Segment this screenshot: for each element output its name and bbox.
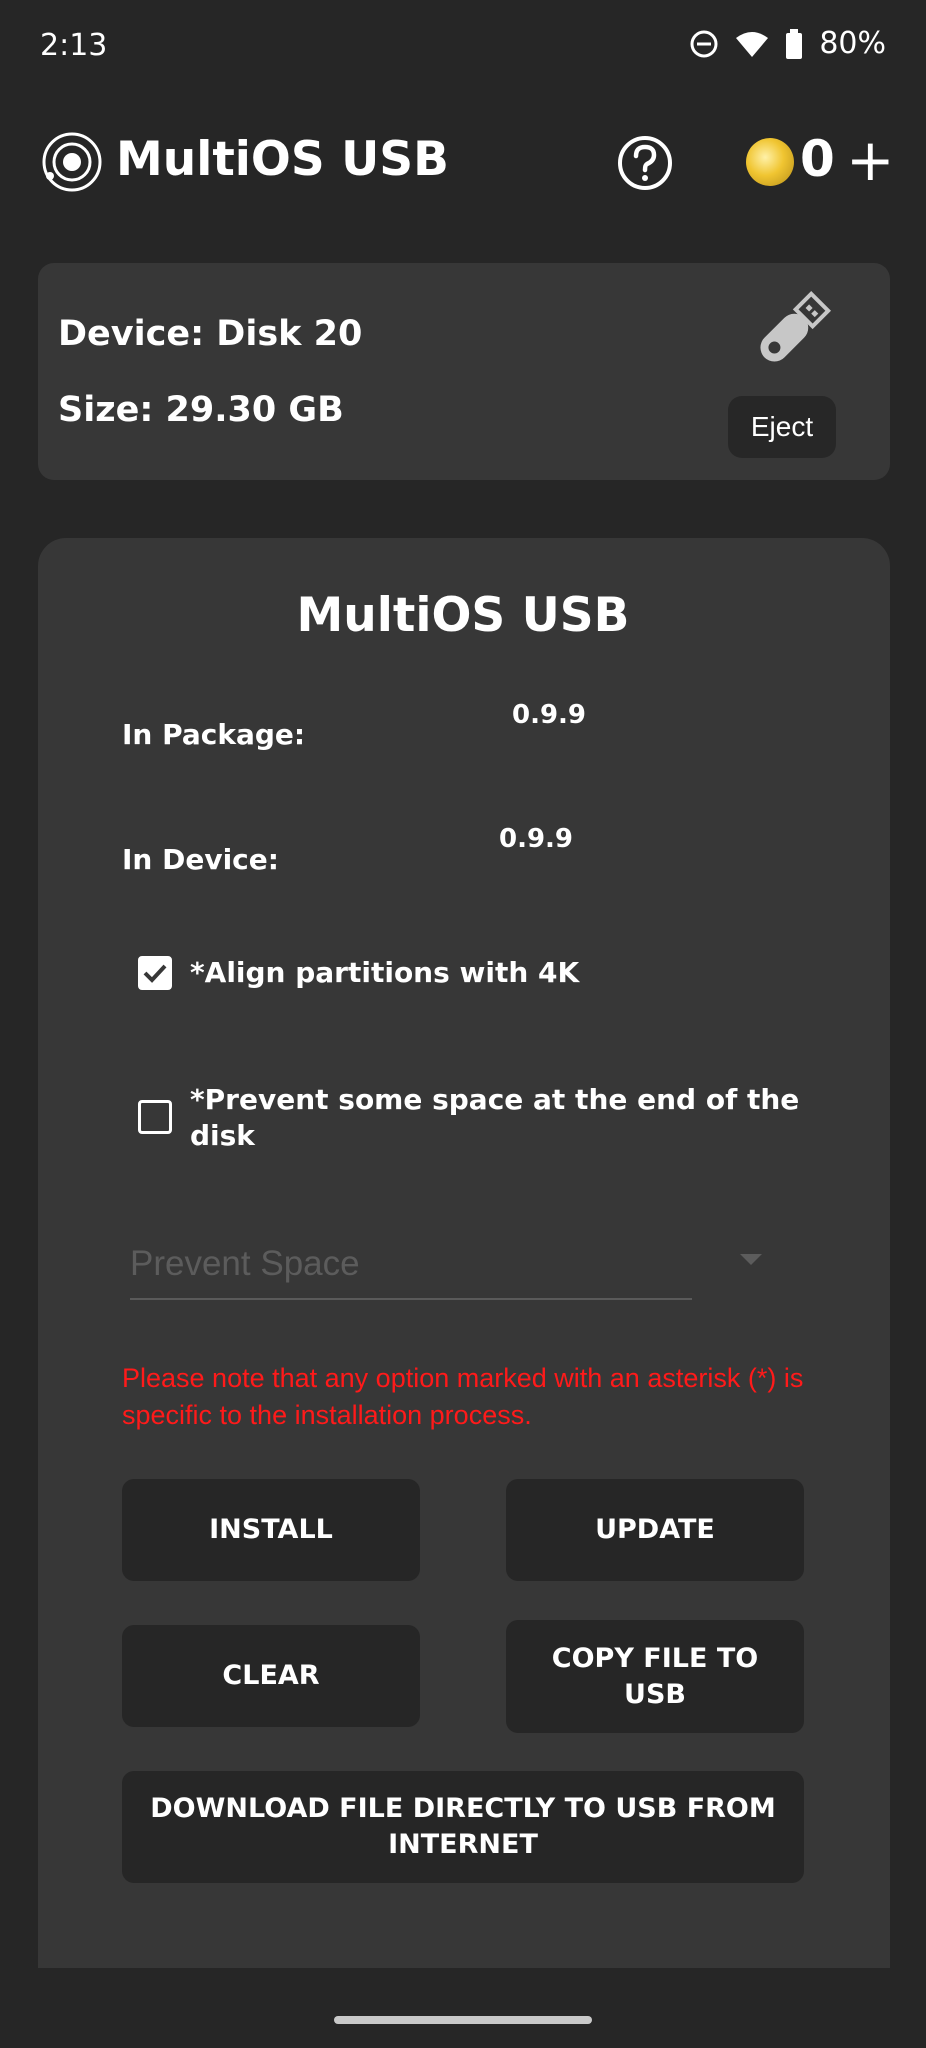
- battery-icon: [785, 28, 803, 59]
- do-not-disturb-icon: [689, 29, 719, 59]
- check-icon: [143, 964, 167, 983]
- prevent-space-label[interactable]: *Prevent some space at the end of the di…: [190, 1082, 810, 1154]
- clear-button[interactable]: CLEAR: [122, 1625, 420, 1727]
- in-device-label: In Device:: [122, 843, 279, 876]
- app-logo-icon: [40, 130, 104, 194]
- panel-title: MultiOS USB: [296, 588, 630, 643]
- device-name: Device: Disk 20: [58, 314, 363, 354]
- asterisk-note: Please note that any option marked with …: [122, 1363, 804, 1430]
- coin-icon: [746, 138, 794, 186]
- prevent-space-checkbox[interactable]: [138, 1100, 172, 1134]
- eject-button[interactable]: Eject: [728, 396, 836, 458]
- dropdown-caret-icon: [740, 1254, 762, 1265]
- align-4k-label[interactable]: *Align partitions with 4K: [190, 955, 810, 991]
- status-icons: 80%: [689, 26, 886, 61]
- wifi-icon: [735, 30, 769, 58]
- in-package-value: 0.9.9: [512, 700, 587, 730]
- align-4k-checkbox[interactable]: [138, 956, 172, 990]
- update-button[interactable]: UPDATE: [506, 1479, 804, 1581]
- download-button[interactable]: DOWNLOAD FILE DIRECTLY TO USB FROM INTER…: [122, 1771, 804, 1883]
- in-device-value: 0.9.9: [499, 824, 574, 854]
- coin-count: 0: [800, 130, 835, 188]
- copy-file-button[interactable]: COPY FILE TO USB: [506, 1620, 804, 1733]
- battery-percent: 80%: [819, 26, 886, 61]
- home-indicator[interactable]: [334, 2016, 592, 2024]
- install-button[interactable]: INSTALL: [122, 1479, 420, 1581]
- status-time: 2:13: [40, 28, 108, 63]
- usb-drive-icon: [740, 282, 840, 382]
- app-title: MultiOS USB: [116, 132, 449, 187]
- plus-icon[interactable]: +: [846, 131, 895, 189]
- device-size: Size: 29.30 GB: [58, 390, 344, 430]
- help-icon[interactable]: [616, 134, 674, 192]
- prevent-space-placeholder: Prevent Space: [130, 1244, 360, 1283]
- in-package-label: In Package:: [122, 718, 306, 751]
